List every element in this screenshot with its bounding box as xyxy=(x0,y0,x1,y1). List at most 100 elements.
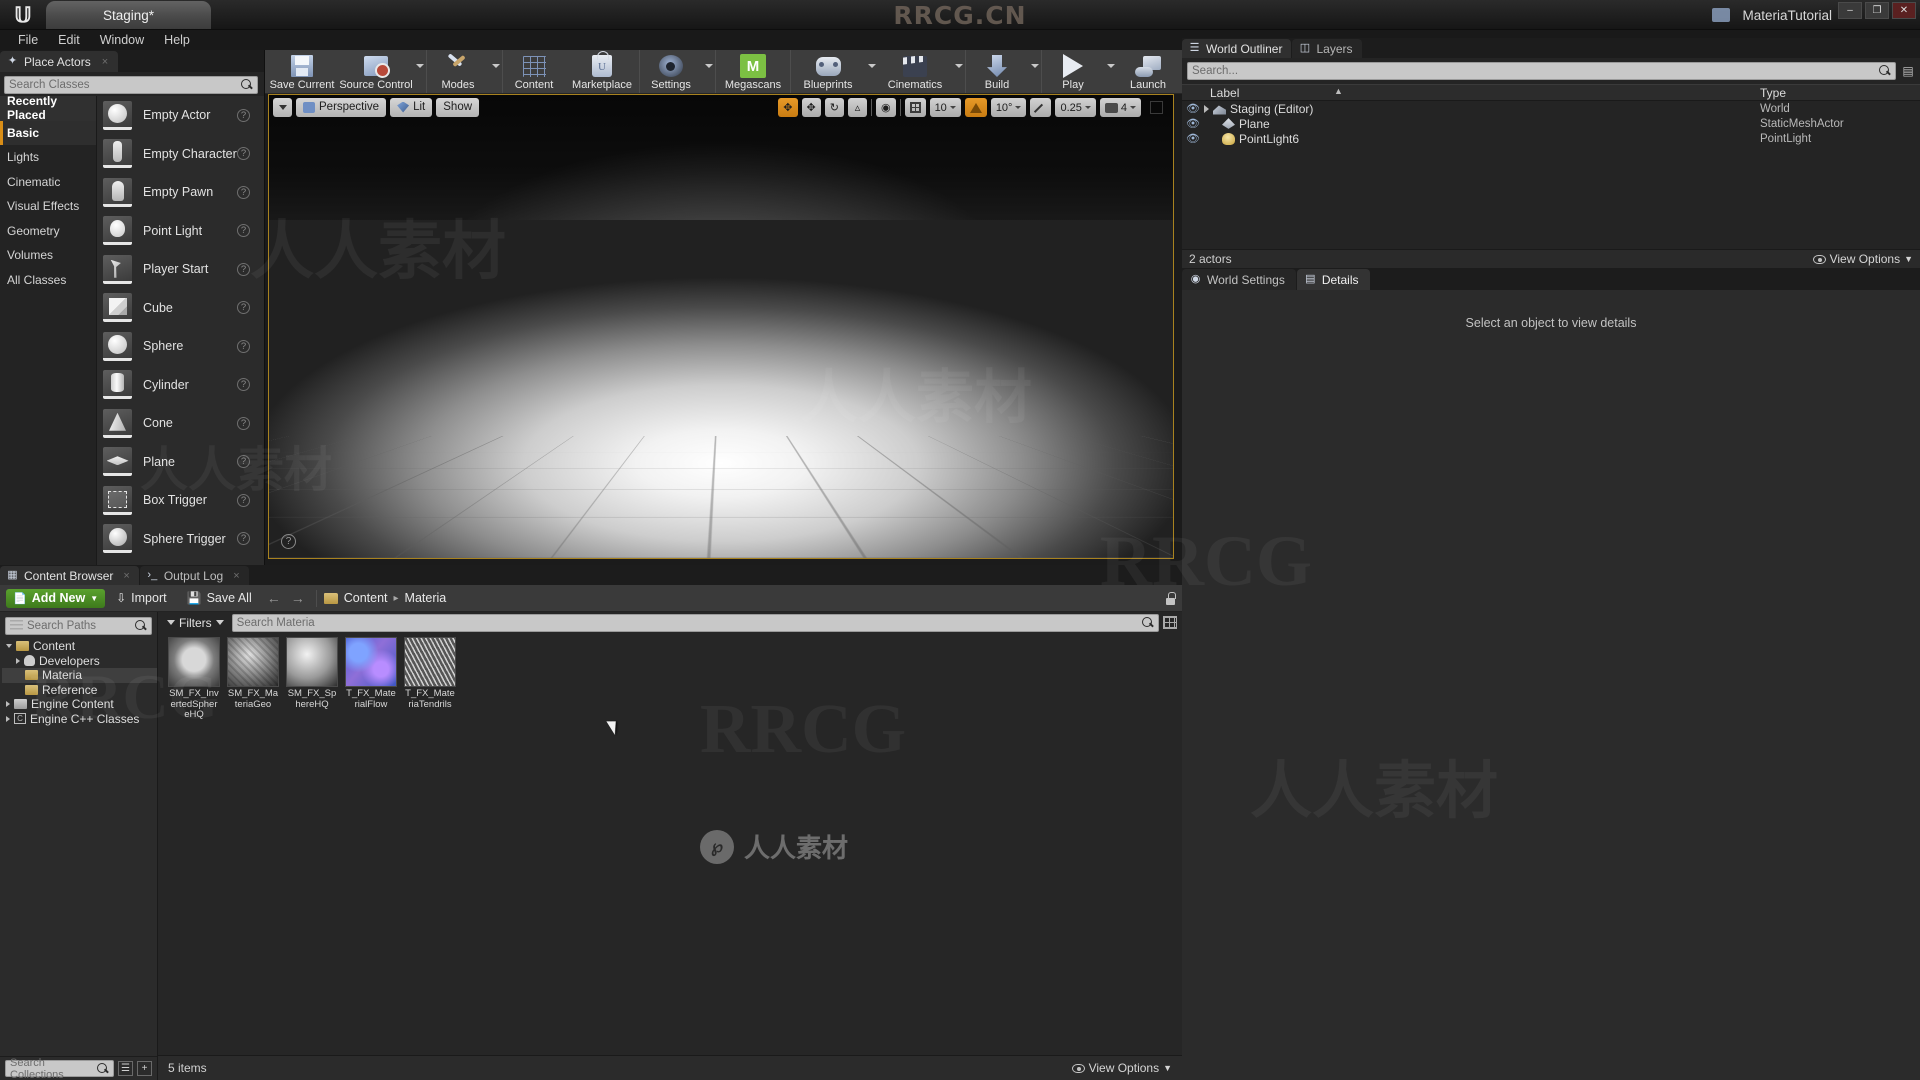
asset-thumbnail[interactable] xyxy=(168,637,220,687)
disclosure-triangle-icon[interactable] xyxy=(6,715,10,722)
tab-output-log[interactable]: ›_ Output Log × xyxy=(139,566,249,585)
asset-thumbnail[interactable] xyxy=(286,637,338,687)
help-icon[interactable]: ? xyxy=(237,301,250,315)
help-icon[interactable]: ? xyxy=(237,262,250,276)
toolbar-megascans[interactable]: M Megascans xyxy=(716,50,790,93)
category-visual-effects[interactable]: Visual Effects xyxy=(0,194,96,219)
toolbar-modes[interactable]: Modes xyxy=(427,50,489,93)
translate-mode-button[interactable]: ✥ xyxy=(801,98,821,117)
outliner-filter-icon[interactable]: ▤ xyxy=(1901,64,1915,78)
search-assets-input[interactable]: Search Materia xyxy=(231,613,1159,632)
toolbar-build[interactable]: Build xyxy=(966,50,1028,93)
menu-file[interactable]: File xyxy=(8,30,48,50)
asset-item[interactable]: T_FX_MaterialFlow xyxy=(345,637,397,721)
actor-item-box-trigger[interactable]: Box Trigger ? xyxy=(97,481,264,520)
content-view-options-button[interactable]: View Options ▼ xyxy=(1071,1061,1172,1075)
asset-item[interactable]: T_FX_MateriaTendrils xyxy=(404,637,456,721)
tree-node-materia[interactable]: Materia xyxy=(2,668,157,683)
filters-button[interactable]: Filters xyxy=(163,616,228,630)
help-icon[interactable]: ? xyxy=(237,455,250,469)
close-button[interactable]: ✕ xyxy=(1892,2,1916,19)
settings-dropdown[interactable] xyxy=(702,50,715,93)
toolbar-blueprints[interactable]: Blueprints xyxy=(791,50,865,93)
rotation-snap-toggle[interactable] xyxy=(964,98,987,117)
actor-item-plane[interactable]: Plane ? xyxy=(97,443,264,482)
viewport-view-mode[interactable]: Lit xyxy=(390,97,433,117)
actor-item-point-light[interactable]: Point Light ? xyxy=(97,212,264,251)
actor-item-cube[interactable]: Cube ? xyxy=(97,289,264,328)
tab-content-browser[interactable]: ▦ Content Browser × xyxy=(0,566,139,585)
lock-icon[interactable] xyxy=(1164,591,1176,605)
menu-help[interactable]: Help xyxy=(154,30,200,50)
tree-node-engine-content[interactable]: Engine Content xyxy=(2,697,157,712)
tab-details[interactable]: ▤ Details xyxy=(1296,269,1370,290)
outliner-search-input[interactable]: Search... xyxy=(1187,62,1896,80)
camera-speed-control[interactable]: 4 xyxy=(1099,98,1141,117)
close-icon[interactable]: × xyxy=(102,56,108,68)
help-icon[interactable]: ? xyxy=(237,416,250,430)
forward-button[interactable]: → xyxy=(287,590,309,606)
rotate-mode-button[interactable]: ↻ xyxy=(824,98,844,117)
column-header-type[interactable]: Type xyxy=(1760,86,1920,100)
category-cinematic[interactable]: Cinematic xyxy=(0,170,96,195)
toolbar-settings[interactable]: Settings xyxy=(640,50,702,93)
scale-mode-button[interactable]: ▵ xyxy=(847,98,867,117)
toolbar-play[interactable]: Play xyxy=(1042,50,1104,93)
select-mode-button[interactable]: ✥ xyxy=(778,98,798,117)
visibility-eye-icon[interactable]: 👁 xyxy=(1182,102,1204,115)
search-paths-input[interactable]: Search Paths xyxy=(5,617,152,635)
menu-window[interactable]: Window xyxy=(90,30,154,50)
close-icon[interactable]: × xyxy=(233,570,239,582)
viewport-help-icon[interactable]: ? xyxy=(281,534,296,549)
help-icon[interactable]: ? xyxy=(237,147,250,161)
rotation-snap-value[interactable]: 10° xyxy=(990,98,1027,117)
minimize-button[interactable]: – xyxy=(1838,2,1862,19)
grid-snap-toggle[interactable] xyxy=(904,98,926,117)
modes-dropdown[interactable] xyxy=(489,50,502,93)
tab-world-outliner[interactable]: ☰ World Outliner xyxy=(1182,39,1292,58)
visibility-eye-icon[interactable]: 👁 xyxy=(1182,132,1204,145)
asset-item[interactable]: SM_FX_SphereHQ xyxy=(286,637,338,721)
help-icon[interactable]: ? xyxy=(237,532,250,546)
help-icon[interactable]: ? xyxy=(237,378,250,392)
breadcrumb-content[interactable]: Content xyxy=(344,591,388,605)
viewport-render[interactable] xyxy=(269,95,1173,558)
tab-layers[interactable]: ◫ Layers xyxy=(1292,39,1362,58)
maximize-viewport-button[interactable] xyxy=(1145,98,1168,117)
viewport-options-menu[interactable] xyxy=(273,97,292,117)
outliner-row-pointlight6[interactable]: 👁 PointLight6 PointLight xyxy=(1182,131,1920,146)
viewport-camera-mode[interactable]: Perspective xyxy=(296,97,387,117)
import-button[interactable]: ⇩ Import xyxy=(107,587,176,609)
disclosure-triangle-icon[interactable] xyxy=(6,701,10,708)
help-icon[interactable]: ? xyxy=(237,493,250,507)
tree-node-developers[interactable]: Developers xyxy=(2,654,157,669)
blueprints-dropdown[interactable] xyxy=(865,50,878,93)
scale-snap-toggle[interactable] xyxy=(1030,98,1052,117)
add-collection-button[interactable]: + xyxy=(137,1061,152,1076)
search-classes-input[interactable]: Search Classes xyxy=(4,76,258,94)
help-icon[interactable]: ? xyxy=(237,224,250,238)
disclosure-triangle-icon[interactable] xyxy=(6,644,12,649)
back-button[interactable]: ← xyxy=(263,590,285,606)
asset-item[interactable]: SM_FX_MateriaGeo xyxy=(227,637,279,721)
disclosure-triangle-icon[interactable] xyxy=(16,657,20,664)
actor-item-sphere[interactable]: Sphere ? xyxy=(97,327,264,366)
save-all-button[interactable]: 💾 Save All xyxy=(178,587,261,609)
toolbar-source-control[interactable]: Source Control xyxy=(339,50,413,93)
help-icon[interactable]: ? xyxy=(237,185,250,199)
level-viewport[interactable]: Perspective Lit Show ✥ ✥ ↻ ▵ ◉ 10 10° 0.… xyxy=(268,94,1174,559)
toolbar-cinematics[interactable]: Cinematics xyxy=(878,50,952,93)
breadcrumb-materia[interactable]: Materia xyxy=(405,591,447,605)
cloud-icon[interactable] xyxy=(1712,8,1731,22)
actor-item-cylinder[interactable]: Cylinder ? xyxy=(97,366,264,405)
grid-snap-value[interactable]: 10 xyxy=(929,98,961,117)
asset-item[interactable]: SM_FX_InvertedSphereHQ xyxy=(168,637,220,721)
help-icon[interactable]: ? xyxy=(237,339,250,353)
tree-node-reference[interactable]: Reference xyxy=(2,683,157,698)
outliner-row-plane[interactable]: 👁 Plane StaticMeshActor xyxy=(1182,116,1920,131)
actor-item-cone[interactable]: Cone ? xyxy=(97,404,264,443)
category-geometry[interactable]: Geometry xyxy=(0,219,96,244)
asset-thumbnail[interactable] xyxy=(345,637,397,687)
asset-thumbnail[interactable] xyxy=(404,637,456,687)
actor-item-empty-actor[interactable]: Empty Actor ? xyxy=(97,96,264,135)
